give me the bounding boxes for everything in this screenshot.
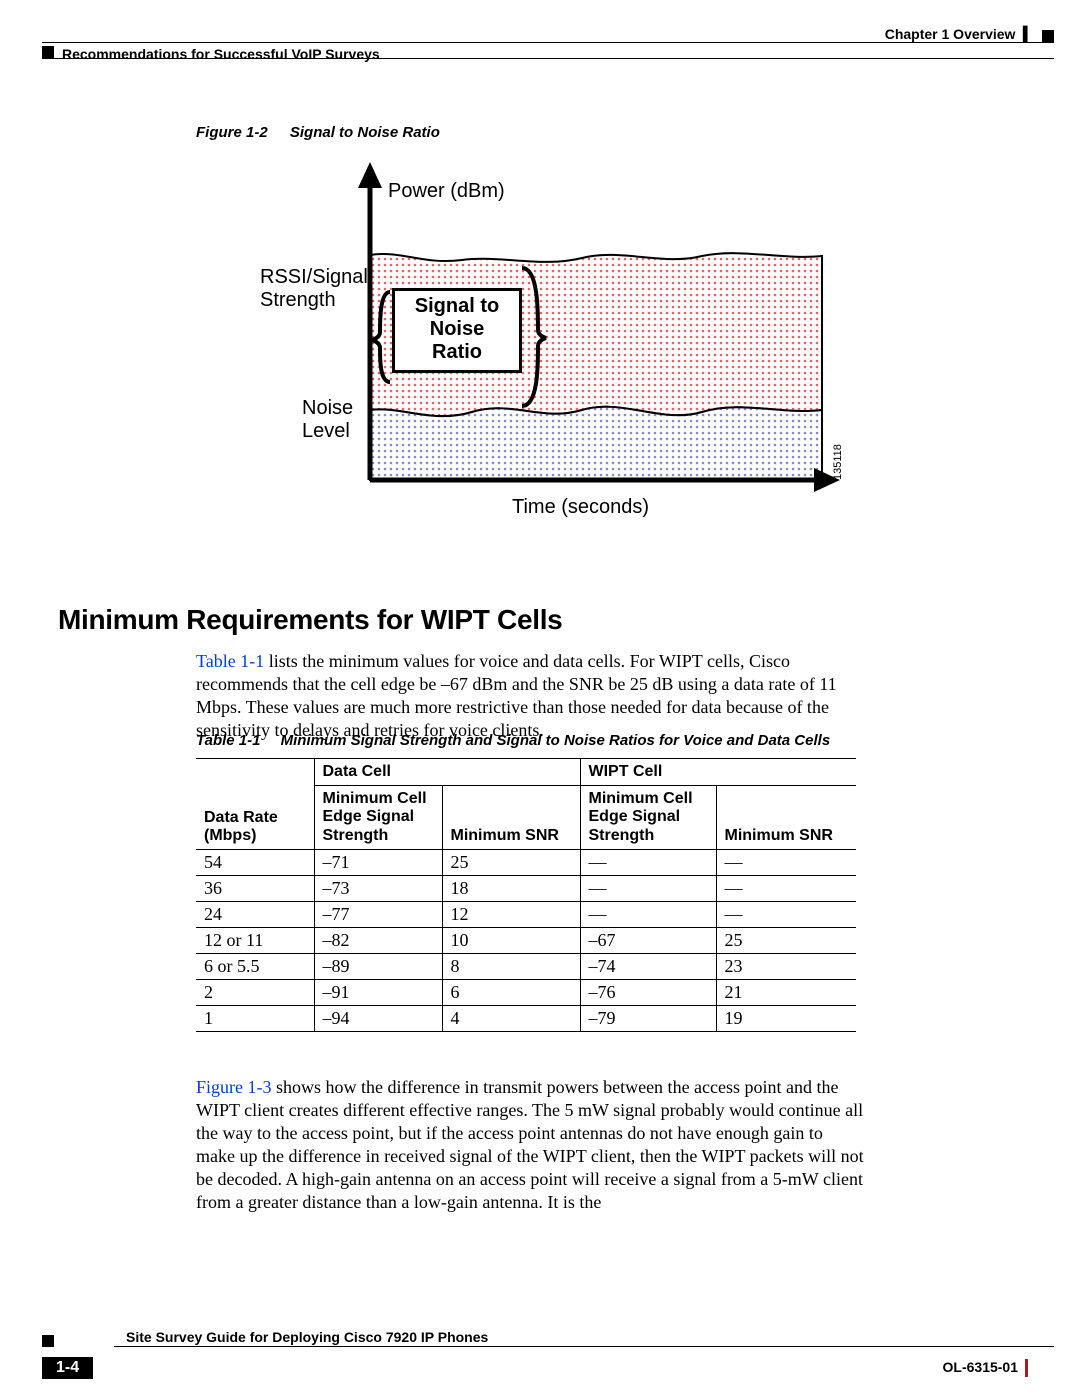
header-bar-icon: ▍ — [1019, 26, 1034, 42]
cell-d-snr: 8 — [442, 954, 580, 980]
table-row: 12 or 11 –82 10 –67 25 — [196, 928, 856, 954]
cell-w-snr: 19 — [716, 1006, 856, 1032]
footer-rule — [114, 1346, 1054, 1347]
requirements-table: Data Rate (Mbps) Data Cell WIPT Cell Min… — [196, 758, 856, 1032]
cell-rate: 12 or 11 — [196, 928, 314, 954]
table-row: 36 –73 18 — — — [196, 876, 856, 902]
cell-d-edge: –71 — [314, 850, 442, 876]
header-square-right — [1042, 30, 1054, 42]
table-row: 24 –77 12 — — — [196, 902, 856, 928]
table-row: 54 –71 25 — — — [196, 850, 856, 876]
col-d-edge: Minimum Cell Edge Signal Strength — [314, 786, 442, 850]
label-snr-box: Signal to Noise Ratio — [392, 288, 522, 373]
cell-w-edge: — — [580, 902, 716, 928]
snr-svg — [262, 160, 852, 530]
label-rssi-signal: RSSI/Signal Strength — [260, 266, 368, 312]
cell-d-edge: –73 — [314, 876, 442, 902]
group-wipt-cell: WIPT Cell — [580, 759, 856, 786]
label-rssi-line2: Strength — [260, 289, 336, 311]
header-rule-2 — [42, 58, 1054, 59]
cell-d-snr: 25 — [442, 850, 580, 876]
cell-w-edge: –67 — [580, 928, 716, 954]
noise-line2: Level — [302, 420, 350, 442]
label-noise-level: Noise Level — [302, 397, 353, 443]
para2-text: shows how the difference in transmit pow… — [196, 1077, 864, 1212]
page: Chapter 1 Overview ▍ Recommendations for… — [0, 0, 1080, 1397]
header-chapter-text: Chapter 1 Overview — [885, 26, 1016, 42]
figure-id: 135118 — [832, 444, 844, 480]
label-time: Time (seconds) — [512, 496, 649, 519]
section-heading: Minimum Requirements for WIPT Cells — [58, 604, 562, 636]
cell-rate: 2 — [196, 980, 314, 1006]
c3a: Minimum Cell — [589, 790, 693, 807]
c1a: Minimum Cell — [323, 790, 427, 807]
link-figure-1-3[interactable]: Figure 1-3 — [196, 1077, 272, 1097]
cell-rate: 1 — [196, 1006, 314, 1032]
cell-d-edge: –77 — [314, 902, 442, 928]
table-row: 1 –94 4 –79 19 — [196, 1006, 856, 1032]
cell-rate: 24 — [196, 902, 314, 928]
table-row: 6 or 5.5 –89 8 –74 23 — [196, 954, 856, 980]
col-data-rate: Data Rate (Mbps) — [196, 759, 314, 850]
table-number: Table 1-1 — [196, 732, 260, 749]
cell-d-edge: –91 — [314, 980, 442, 1006]
header-section: Recommendations for Successful VoIP Surv… — [62, 46, 380, 62]
col-d-snr: Minimum SNR — [442, 786, 580, 850]
snr-line3: Ratio — [432, 341, 482, 363]
c3b: Edge Signal — [589, 808, 681, 825]
paragraph-2: Figure 1-3 shows how the difference in t… — [196, 1076, 866, 1214]
figure-title: Signal to Noise Ratio — [290, 124, 440, 141]
c1c: Strength — [323, 827, 389, 844]
cell-w-snr: 25 — [716, 928, 856, 954]
col-w-snr: Minimum SNR — [716, 786, 856, 850]
cell-w-snr: — — [716, 850, 856, 876]
para1-text: lists the minimum values for voice and d… — [196, 651, 837, 740]
footer-doc-id: OL-6315-01 — [943, 1359, 1018, 1375]
cell-w-snr: — — [716, 902, 856, 928]
cell-d-edge: –94 — [314, 1006, 442, 1032]
footer-title: Site Survey Guide for Deploying Cisco 79… — [126, 1329, 488, 1345]
cell-d-snr: 12 — [442, 902, 580, 928]
cell-w-snr: 21 — [716, 980, 856, 1006]
header-chapter: Chapter 1 Overview ▍ — [885, 26, 1034, 43]
figure-number: Figure 1-2 — [196, 124, 268, 141]
footer-square-left — [42, 1335, 54, 1347]
table-title: Minimum Signal Strength and Signal to No… — [281, 732, 831, 749]
snr-line1: Signal to — [415, 295, 499, 317]
cell-d-edge: –82 — [314, 928, 442, 954]
cell-rate: 6 or 5.5 — [196, 954, 314, 980]
noise-line1: Noise — [302, 397, 353, 419]
c3c: Strength — [589, 827, 655, 844]
cell-w-edge: –74 — [580, 954, 716, 980]
label-power: Power (dBm) — [388, 180, 505, 203]
footer-page: 1-4 — [42, 1357, 93, 1379]
cell-d-edge: –89 — [314, 954, 442, 980]
cell-d-snr: 18 — [442, 876, 580, 902]
paragraph-1: Table 1-1 lists the minimum values for v… — [196, 650, 860, 742]
c1b: Edge Signal — [323, 808, 415, 825]
group-data-cell: Data Cell — [314, 759, 580, 786]
cell-rate: 36 — [196, 876, 314, 902]
cell-d-snr: 4 — [442, 1006, 580, 1032]
cell-w-snr: — — [716, 876, 856, 902]
col-w-edge: Minimum Cell Edge Signal Strength — [580, 786, 716, 850]
label-rssi-line1: RSSI/Signal — [260, 266, 368, 288]
link-table-1-1[interactable]: Table 1-1 — [196, 651, 264, 671]
cell-w-snr: 23 — [716, 954, 856, 980]
cell-w-edge: –76 — [580, 980, 716, 1006]
footer-bar-icon — [1025, 1359, 1028, 1377]
figure-caption: Figure 1-2 Signal to Noise Ratio — [196, 124, 440, 141]
cell-d-snr: 10 — [442, 928, 580, 954]
cell-w-edge: — — [580, 850, 716, 876]
cell-w-edge: — — [580, 876, 716, 902]
snr-diagram: Power (dBm) RSSI/Signal Strength Signal … — [262, 160, 852, 530]
cell-w-edge: –79 — [580, 1006, 716, 1032]
snr-line2: Noise — [430, 318, 484, 340]
table-caption: Table 1-1 Minimum Signal Strength and Si… — [196, 732, 830, 749]
cell-rate: 54 — [196, 850, 314, 876]
table-row: 2 –91 6 –76 21 — [196, 980, 856, 1006]
header-square-left — [42, 46, 54, 58]
cell-d-snr: 6 — [442, 980, 580, 1006]
